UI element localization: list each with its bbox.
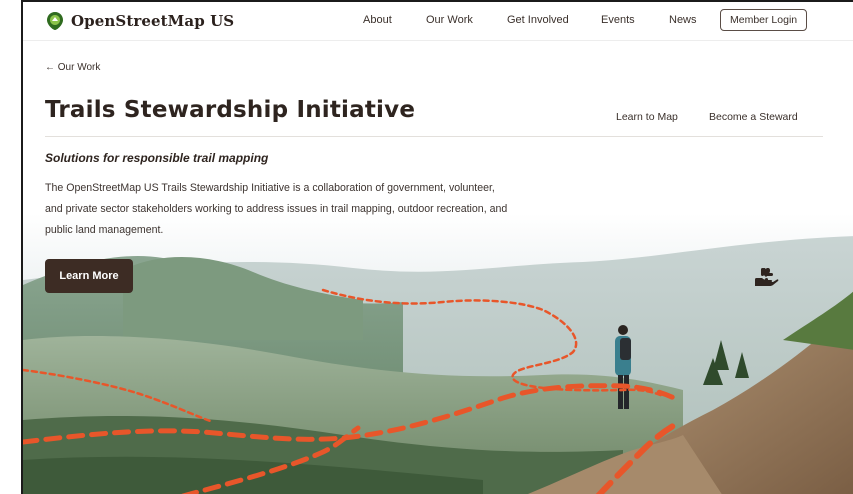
title-divider	[45, 136, 823, 137]
logo-text: OpenStreetMap US	[71, 12, 235, 30]
nav-about[interactable]: About	[363, 14, 392, 26]
member-login-button[interactable]: Member Login	[720, 9, 808, 31]
site-header: OpenStreetMap US About Our Work Get Invo…	[23, 2, 853, 41]
subnav-learn-to-map[interactable]: Learn to Map	[616, 111, 678, 123]
map-pin-logo-icon	[47, 12, 63, 30]
nav-events[interactable]: Events	[601, 14, 635, 26]
tagline: Solutions for responsible trail mapping	[45, 151, 269, 165]
browser-frame: OpenStreetMap US About Our Work Get Invo…	[21, 0, 853, 494]
subnav-become-a-steward[interactable]: Become a Steward	[709, 111, 798, 123]
hero-section: ← Our Work Trails Stewardship Initiative…	[23, 40, 853, 494]
breadcrumb-back-link[interactable]: ← Our Work	[45, 62, 100, 73]
page-title: Trails Stewardship Initiative	[45, 97, 416, 123]
nav-news[interactable]: News	[669, 14, 697, 26]
nav-our-work[interactable]: Our Work	[426, 14, 473, 26]
nav-get-involved[interactable]: Get Involved	[507, 14, 569, 26]
site-logo[interactable]: OpenStreetMap US	[45, 11, 234, 31]
hand-heart-icon[interactable]	[753, 266, 779, 288]
learn-more-button[interactable]: Learn More	[45, 259, 133, 293]
intro-paragraph: The OpenStreetMap US Trails Stewardship …	[45, 182, 508, 236]
